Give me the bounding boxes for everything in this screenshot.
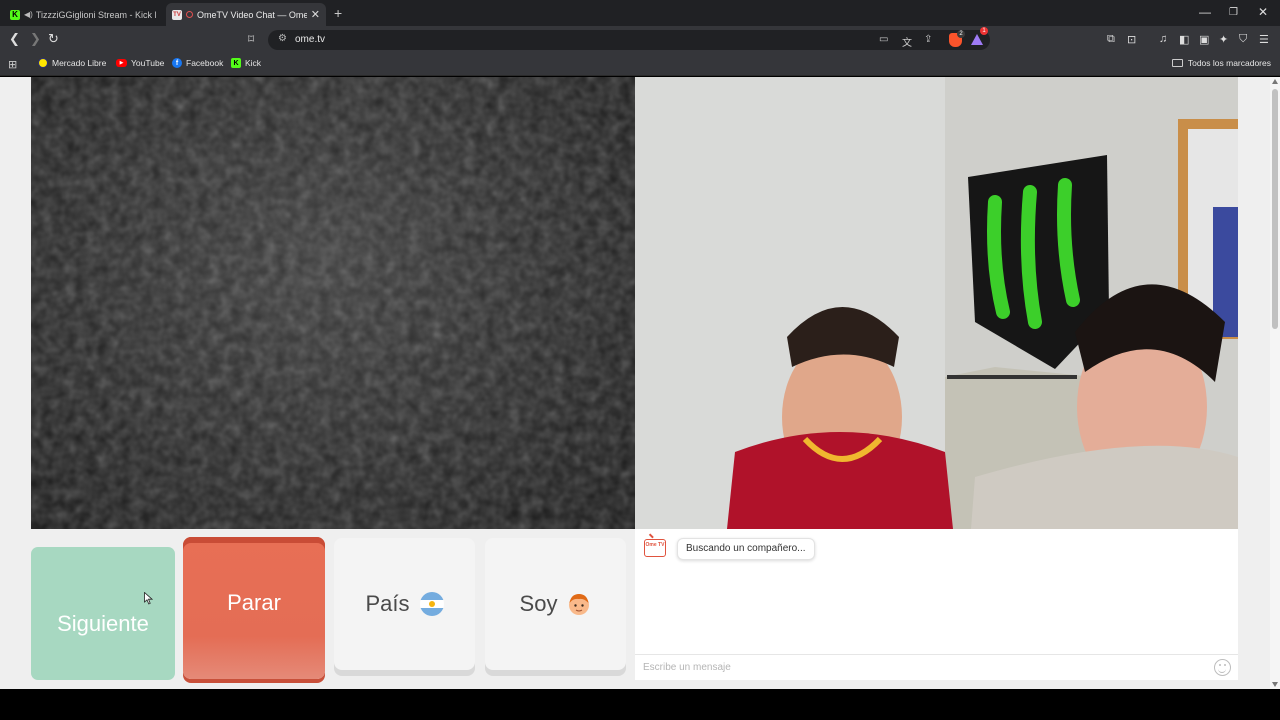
tab-kick-stream[interactable]: K ◀) TizzziGGiglioni Stream - Kick Das: [4, 3, 162, 26]
boy-face-icon: [569, 594, 590, 615]
ometv-logo-icon: Ome TV: [644, 539, 666, 557]
bookmark-mercado-libre[interactable]: Mercado Libre: [38, 58, 106, 68]
logo-text: Ome TV: [645, 542, 665, 548]
bookmark-icon[interactable]: ⌑: [248, 32, 254, 46]
back-icon[interactable]: ❮: [9, 32, 20, 46]
bookmark-label: Kick: [245, 58, 262, 68]
reload-icon[interactable]: ↻: [48, 32, 59, 46]
tab-title: OmeTV Video Chat — Omegl: [197, 9, 307, 20]
all-bookmarks-button[interactable]: Todos los marcadores: [1171, 58, 1271, 68]
bookmark-label: Mercado Libre: [52, 58, 107, 68]
bookmark-label: Facebook: [186, 58, 224, 68]
page-scrollbar[interactable]: [1270, 77, 1280, 689]
next-button-label: Siguiente: [57, 610, 149, 636]
tab-ometv[interactable]: TV OmeTV Video Chat — Omegl ✕: [166, 3, 326, 26]
rewards-badge: 1: [980, 27, 988, 35]
folder-icon: [1171, 59, 1183, 67]
brave-rewards-icon[interactable]: 1: [971, 27, 988, 45]
scroll-thumb[interactable]: [1272, 89, 1278, 329]
ometv-favicon-icon: TV: [172, 9, 182, 20]
bookmark-kick[interactable]: K Kick: [231, 58, 261, 68]
shields-badge: 2: [957, 30, 965, 38]
screenshot-icon[interactable]: ⊡: [1127, 33, 1136, 46]
forward-icon[interactable]: ❯: [30, 32, 41, 46]
status-message: Buscando un compañero...: [677, 538, 815, 560]
scroll-up-icon[interactable]: [1272, 79, 1278, 84]
all-bookmarks-label: Todos los marcadores: [1187, 58, 1271, 68]
speaker-icon[interactable]: ◀): [24, 10, 33, 19]
recording-icon: [186, 11, 193, 18]
mercado-libre-icon: [38, 58, 48, 68]
status-message-text: Buscando un compañero...: [686, 543, 806, 554]
leo-ai-icon[interactable]: ✦: [1219, 33, 1228, 46]
browser-toolbar: ❮ ❯ ↻ ⌑ ⚙ ome.tv ▭ 文 ⇪ 2 1 ⧉ ⊡ ♫ ◧ ▣ ✦ ⛉…: [0, 26, 1280, 54]
gender-button-label: Soy: [519, 591, 558, 616]
scroll-down-icon[interactable]: [1272, 682, 1278, 687]
tab-title: TizzziGGiglioni Stream - Kick Das: [35, 9, 156, 20]
stranger-video: [31, 77, 635, 529]
chat-input-bar: [635, 654, 1238, 680]
bookmark-facebook[interactable]: f Facebook: [172, 58, 223, 68]
menu-icon[interactable]: ☰: [1259, 33, 1269, 46]
facebook-icon: f: [172, 58, 182, 68]
stop-button[interactable]: Parar: [183, 537, 325, 679]
media-icon[interactable]: ♫: [1159, 33, 1167, 45]
country-button-label: País: [365, 591, 410, 616]
close-tab-icon[interactable]: ✕: [311, 8, 320, 21]
cast-icon[interactable]: ▭: [879, 34, 888, 45]
mouse-cursor-icon: [144, 592, 153, 605]
apps-grid-icon[interactable]: ⊞: [8, 58, 17, 71]
bookmark-youtube[interactable]: ▶ YouTube: [116, 58, 164, 68]
country-button[interactable]: País: [334, 538, 475, 670]
share-icon[interactable]: ⇪: [924, 34, 932, 45]
gender-button[interactable]: Soy: [485, 538, 626, 670]
stop-button-label: Parar: [227, 590, 281, 615]
argentina-flag-icon: [419, 592, 444, 616]
self-camera-video: [635, 77, 1238, 529]
kick-icon: K: [231, 58, 241, 68]
extensions-icon[interactable]: ⧉: [1107, 33, 1115, 46]
address-bar[interactable]: ⚙ ome.tv ▭ 文 ⇪ 2 1: [268, 27, 990, 50]
bookmark-label: YouTube: [131, 58, 165, 68]
translate-icon[interactable]: 文: [902, 34, 912, 49]
bookmarks-bar: ⊞ Mercado Libre ▶ YouTube f Facebook K K…: [0, 54, 1280, 76]
tab-strip: K ◀) TizzziGGiglioni Stream - Kick Das T…: [0, 0, 1280, 26]
message-input[interactable]: [635, 655, 1195, 679]
next-button[interactable]: Siguiente: [31, 547, 175, 680]
chat-panel: Ome TV Buscando un compañero...: [635, 529, 1238, 680]
kick-favicon-icon: K: [10, 9, 20, 20]
video-noise: [31, 77, 635, 529]
youtube-icon: ▶: [116, 59, 127, 67]
brave-shields-icon[interactable]: 2: [949, 30, 965, 47]
vpn-icon[interactable]: ⛉: [1239, 33, 1247, 46]
camera-scene: [635, 77, 1238, 529]
sidebar-icon[interactable]: ◧: [1179, 33, 1189, 46]
wallet-icon[interactable]: ▣: [1199, 33, 1209, 46]
new-tab-button[interactable]: +: [334, 5, 342, 21]
minimize-icon[interactable]: —: [1199, 5, 1211, 19]
close-window-icon[interactable]: ✕: [1258, 5, 1268, 19]
url-text: ome.tv: [295, 34, 326, 45]
site-info-icon[interactable]: ⚙: [278, 33, 287, 44]
emoji-icon[interactable]: [1214, 659, 1231, 676]
restore-icon[interactable]: ❐: [1229, 7, 1238, 18]
